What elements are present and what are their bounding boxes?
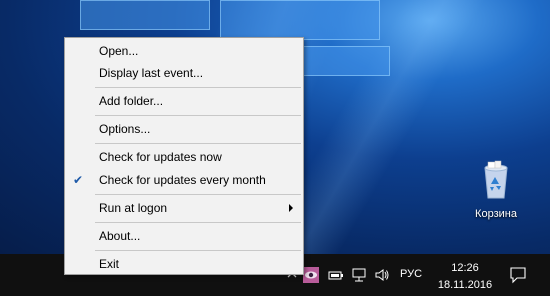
menu-item-label: Add folder... — [99, 94, 164, 108]
menu-separator — [95, 250, 301, 251]
menu-item-label: About... — [99, 229, 141, 243]
menu-item-run-at-logon[interactable]: Run at logon — [65, 198, 303, 218]
volume-icon[interactable] — [374, 267, 390, 283]
app-eye-icon[interactable] — [303, 267, 319, 283]
menu-item-check-updates-monthly[interactable]: ✔ Check for updates every month — [65, 170, 303, 190]
battery-icon[interactable] — [328, 267, 344, 283]
menu-item-check-updates-now[interactable]: Check for updates now — [65, 147, 303, 167]
menu-separator — [95, 87, 301, 88]
menu-separator — [95, 194, 301, 195]
recycle-bin[interactable]: Корзина — [468, 160, 524, 220]
menu-separator — [95, 143, 301, 144]
menu-item-label: Open... — [99, 44, 139, 58]
menu-item-label: Display last event... — [99, 66, 204, 80]
recycle-bin-icon — [479, 160, 513, 200]
menu-item-label: Options... — [99, 122, 151, 136]
menu-item-exit[interactable]: Exit — [65, 254, 303, 274]
clock-date[interactable]: 18.11.2016 — [432, 279, 498, 291]
menu-separator — [95, 222, 301, 223]
menu-item-label: Exit — [99, 257, 120, 271]
menu-item-display-last-event[interactable]: Display last event... — [65, 63, 303, 83]
menu-item-label: Check for updates now — [99, 150, 222, 164]
menu-item-label: Run at logon — [99, 201, 168, 215]
network-icon[interactable] — [351, 267, 367, 283]
checkmark-icon: ✔ — [73, 173, 84, 187]
submenu-arrow-icon — [289, 204, 293, 212]
recycle-bin-label: Корзина — [475, 208, 517, 220]
menu-separator — [95, 115, 301, 116]
clock-time[interactable]: 12:26 — [437, 262, 493, 274]
language-indicator[interactable]: РУС — [400, 268, 422, 280]
menu-item-open[interactable]: Open... — [65, 41, 303, 61]
notification-icon[interactable] — [509, 266, 527, 284]
context-menu: Open... Display last event... Add folder… — [64, 37, 304, 275]
menu-item-add-folder[interactable]: Add folder... — [65, 91, 303, 111]
menu-item-options[interactable]: Options... — [65, 119, 303, 139]
menu-item-about[interactable]: About... — [65, 226, 303, 246]
menu-item-label: Check for updates every month — [99, 173, 266, 187]
